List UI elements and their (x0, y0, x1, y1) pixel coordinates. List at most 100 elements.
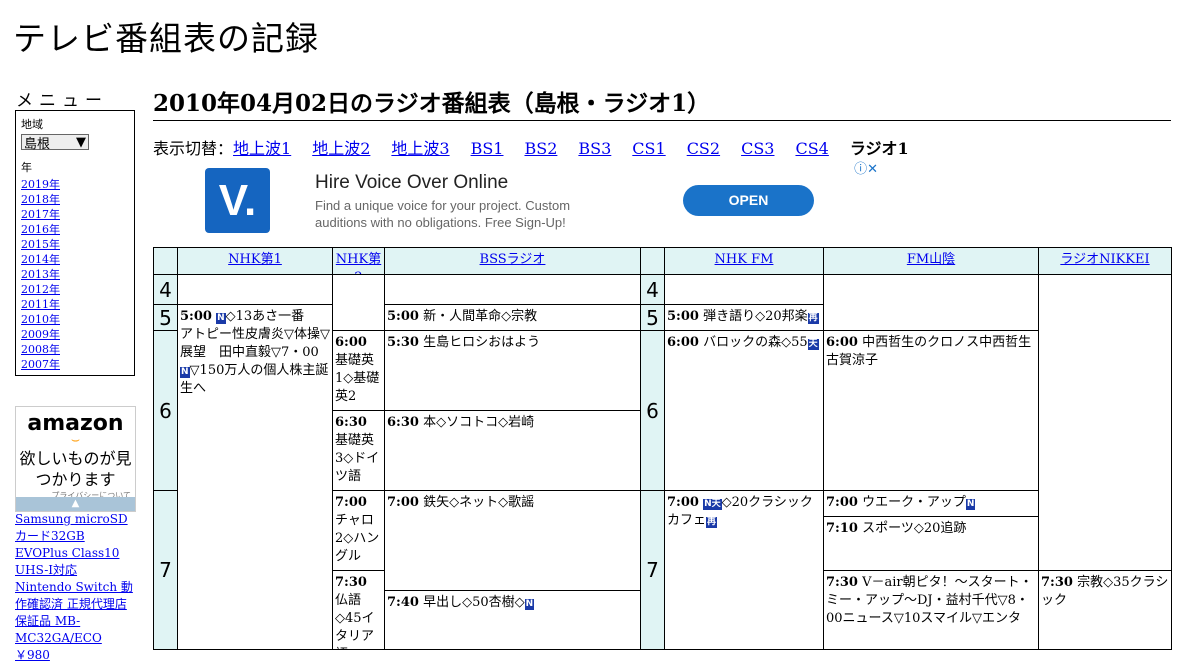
news-mark-icon: N (524, 599, 535, 610)
year-link[interactable]: 2007年 (21, 358, 60, 371)
program-title: ウエーク・アップ (862, 495, 966, 510)
program-cell: 6:00 中西哲生のクロノス中西哲生 古賀涼子 (823, 330, 1039, 491)
ad-description: Find a unique voice for your project. Cu… (315, 198, 571, 230)
amazon-ad-banner[interactable]: amazon ⌣ 欲しいものが見つかります プライバシーについて ▲ (15, 406, 136, 512)
hour-cell: 4 (640, 274, 665, 305)
switch-link[interactable]: CS2 (687, 139, 720, 158)
program-time: 7:10 (826, 521, 858, 536)
switch-link[interactable]: CS4 (795, 139, 828, 158)
page-heading: 2010年04月02日のラジオ番組表（島根・ラジオ1） (153, 84, 1171, 121)
program-cell: 7:00 ウエーク・アップN (823, 490, 1039, 517)
year-link[interactable]: 2018年 (21, 193, 60, 206)
menu-box: 地域 島根 ▼ 年 2019年 2018年 2017年 2016年 2015年 … (15, 110, 135, 376)
year-link[interactable]: 2019年 (21, 178, 60, 191)
program-cell (823, 274, 1039, 331)
year-link[interactable]: 2012年 (21, 283, 60, 296)
switch-link[interactable]: BS3 (578, 139, 611, 158)
ad-title[interactable]: Hire Voice Over Online (315, 172, 508, 194)
site-title: テレビ番組表の記録 (13, 19, 319, 58)
program-time: 6:00 (335, 335, 367, 350)
program-cell: 7:40 早出し◇50杏樹◇N (384, 590, 641, 650)
year-link[interactable]: 2017年 (21, 208, 60, 221)
program-title: チャロ2◇ハングル (335, 513, 380, 564)
program-title: 基礎英3◇ドイツ語 (335, 433, 380, 484)
year-link[interactable]: 2016年 (21, 223, 60, 236)
menu-label: メニュー (16, 91, 108, 111)
year-link[interactable]: 2013年 (21, 268, 60, 281)
weather-mark-icon: 天 (807, 339, 819, 350)
program-time: 7:00 (826, 495, 858, 510)
program-title: 本◇ソコトコ◇岩崎 (423, 415, 535, 430)
region-label: 地域 (21, 118, 43, 131)
channel-header: ラジオNIKKEI (1038, 247, 1172, 275)
switch-link[interactable]: CS3 (741, 139, 774, 158)
program-time: 7:30 (1041, 575, 1073, 590)
ad-open-button[interactable]: OPEN (683, 185, 814, 216)
hour-cell: 7 (153, 490, 178, 650)
amazon-smile-icon: ⌣ (70, 432, 81, 448)
program-time: 6:00 (667, 335, 699, 350)
channel-header: NHK FM (664, 247, 824, 275)
channel-link[interactable]: BSSラジオ (480, 252, 546, 267)
program-time: 6:00 (826, 335, 858, 350)
switch-link[interactable]: 地上波3 (391, 139, 449, 158)
program-title: 早出し◇50杏樹◇ (423, 595, 525, 610)
news-mark-icon: N (180, 367, 190, 378)
program-cell: 7:00 鉄矢◇ネット◇歌謡 (384, 490, 641, 591)
program-cell: 7:00 チャロ2◇ハングル (332, 490, 385, 571)
program-cell: 6:00 基礎英1◇基礎英2 (332, 330, 385, 411)
channel-link[interactable]: FM山陰 (907, 252, 955, 267)
program-cell: 5:30 生島ヒロシおはよう (384, 330, 641, 411)
program-cell: 7:30 V－air朝ピタ！～スタート・ミー・アップ～DJ・益村千代▽8・00ニ… (823, 570, 1039, 650)
program-title: 仏語◇45イタリア語 (335, 593, 375, 649)
program-cell: 5:00 弾き語り◇20邦楽再 (664, 304, 824, 331)
channel-header: NHK第1 (177, 247, 333, 275)
year-list: 2019年 2018年 2017年 2016年 2015年 2014年 2013… (21, 177, 134, 372)
channel-link[interactable]: NHK第1 (228, 252, 282, 267)
program-grid: NHK第1 NHK第2 BSSラジオ NHK FM FM山陰 ラジオNIKKEI… (153, 247, 1172, 650)
program-time: 7:30 (826, 575, 858, 590)
display-ad[interactable]: V. Hire Voice Over Online Find a unique … (153, 157, 880, 245)
expand-arrow-icon[interactable]: ▲ (16, 497, 135, 511)
program-time: 5:30 (387, 335, 419, 350)
year-link[interactable]: 2015年 (21, 238, 60, 251)
region-value: 島根 (24, 136, 51, 152)
corner-cell (153, 247, 178, 275)
program-title: 中西哲生のクロノス中西哲生 古賀涼子 (826, 335, 1038, 368)
switch-link[interactable]: 地上波2 (312, 139, 370, 158)
program-cell: 6:00 バロックの森◇55天 (664, 330, 824, 491)
ad-info-icon[interactable]: ⓘ (854, 161, 867, 176)
channel-link[interactable]: NHK第2 (336, 252, 381, 274)
news-mark-icon: N (965, 499, 976, 510)
hour-cell: 7 (640, 490, 665, 650)
region-select[interactable]: 島根 ▼ (21, 134, 89, 152)
year-link[interactable]: 2011年 (21, 298, 60, 311)
product-link[interactable]: Samsung microSDカード32GB EVOPlus Class10 U… (15, 512, 133, 645)
program-time: 7:00 (387, 495, 419, 510)
close-icon[interactable]: ✕ (867, 161, 878, 176)
year-link[interactable]: 2014年 (21, 253, 60, 266)
program-title: バロックの森◇55 (703, 335, 808, 350)
channel-header: FM山陰 (823, 247, 1039, 275)
switch-link[interactable]: 地上波1 (233, 139, 291, 158)
year-link[interactable]: 2008年 (21, 343, 60, 356)
hour-cell: 5 (640, 304, 665, 331)
channel-link[interactable]: NHK FM (715, 252, 774, 267)
program-title: 弾き語り◇20邦楽 (703, 309, 808, 324)
year-link[interactable]: 2010年 (21, 313, 60, 326)
program-title: ▽150万人の個人株主誕生へ (180, 363, 329, 396)
product-price[interactable]: ￥980 (15, 647, 135, 664)
program-cell (332, 274, 385, 331)
corner-cell (640, 247, 665, 275)
switcher-label: 表示切替： (153, 139, 234, 158)
program-time: 7:30 (335, 575, 367, 590)
switch-link[interactable]: CS1 (632, 139, 665, 158)
hour-cell: 5 (153, 304, 178, 331)
program-cell (177, 274, 333, 305)
switch-link[interactable]: BS2 (524, 139, 557, 158)
switch-link[interactable]: BS1 (471, 139, 504, 158)
year-link[interactable]: 2009年 (21, 328, 60, 341)
program-cell: 7:30 仏語◇45イタリア語 (332, 570, 385, 650)
program-cell (1038, 274, 1172, 571)
channel-link[interactable]: ラジオNIKKEI (1060, 252, 1149, 267)
